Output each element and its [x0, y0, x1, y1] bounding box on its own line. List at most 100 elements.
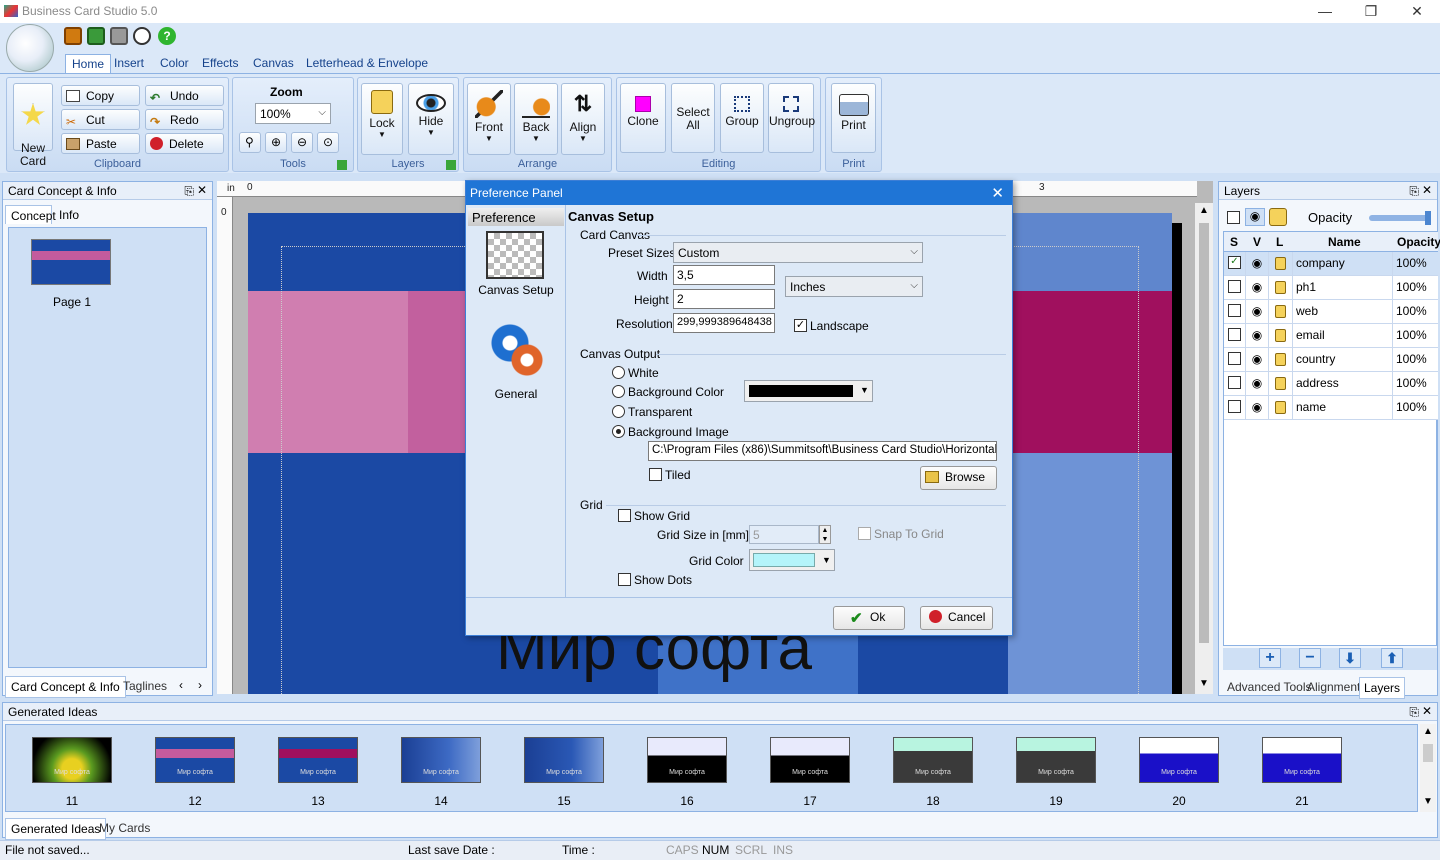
tab-card-concept-info[interactable]: Card Concept & Info: [5, 676, 126, 698]
layer-select-checkbox[interactable]: [1228, 352, 1241, 365]
background-color-picker[interactable]: ▼: [744, 380, 873, 402]
move-up-button[interactable]: ⬆: [1381, 648, 1403, 668]
scroll-up-icon[interactable]: ▲: [1199, 205, 1209, 216]
layer-opacity-cell[interactable]: 100%: [1393, 372, 1438, 396]
expand-icon[interactable]: [446, 160, 456, 170]
background-image-radio[interactable]: [612, 425, 625, 438]
eye-icon[interactable]: ◉: [1252, 352, 1262, 366]
align-button[interactable]: ⇅ Align ▼: [561, 83, 605, 155]
layer-select-checkbox[interactable]: [1228, 280, 1241, 293]
clone-button[interactable]: Clone: [620, 83, 666, 153]
idea-thumbnail[interactable]: Мир софта: [770, 737, 850, 783]
layer-select-cell[interactable]: [1224, 396, 1246, 420]
back-button[interactable]: Back ▼: [514, 83, 558, 155]
grid-size-spinner[interactable]: ▲ ▼: [819, 525, 831, 544]
scroll-thumb[interactable]: [1423, 744, 1433, 762]
padlock-icon[interactable]: [1275, 353, 1286, 366]
idea-thumbnail[interactable]: Мир софта: [401, 737, 481, 783]
layer-opacity-cell[interactable]: 100%: [1393, 300, 1438, 324]
tab-alignment[interactable]: Alignment: [1307, 680, 1360, 694]
zoom-out-button[interactable]: ⊖: [291, 132, 313, 153]
tab-concept[interactable]: Concept: [5, 205, 56, 224]
page-thumbnail[interactable]: [31, 239, 111, 285]
tab-home[interactable]: Home: [65, 54, 112, 74]
landscape-checkbox[interactable]: ✓: [794, 319, 807, 332]
preview-icon[interactable]: [133, 27, 151, 45]
lock-button[interactable]: Lock ▼: [361, 83, 403, 155]
save-icon[interactable]: [64, 27, 82, 45]
cut-button[interactable]: ✂ Cut: [61, 109, 140, 130]
lock-toggle-icon[interactable]: [1269, 208, 1287, 226]
tab-advanced-tools[interactable]: Advanced Tools: [1227, 680, 1312, 694]
idea-thumbnail[interactable]: Мир софта: [893, 737, 973, 783]
copy-button[interactable]: Copy: [61, 85, 140, 106]
snap-to-grid-checkbox[interactable]: [858, 527, 871, 540]
zoom-fit-button[interactable]: ⚲: [239, 132, 261, 153]
layer-select-checkbox[interactable]: [1228, 400, 1241, 413]
eye-icon[interactable]: ◉: [1252, 304, 1262, 318]
move-down-button[interactable]: ⬇: [1339, 648, 1361, 668]
layer-name-cell[interactable]: email: [1293, 324, 1393, 348]
layer-visible-cell[interactable]: ◉: [1246, 252, 1269, 276]
layer-row[interactable]: ◉ email 100%: [1224, 324, 1438, 348]
vertical-scrollbar[interactable]: ▲ ▼: [1195, 203, 1213, 694]
layer-select-cell[interactable]: [1224, 324, 1246, 348]
restore-button[interactable]: ❐: [1348, 0, 1394, 23]
transparent-radio[interactable]: [612, 405, 625, 418]
layer-opacity-cell[interactable]: 100%: [1393, 324, 1438, 348]
idea-thumbnail[interactable]: Мир софта: [647, 737, 727, 783]
ungroup-button[interactable]: Ungroup: [768, 83, 815, 153]
tab-canvas[interactable]: Canvas: [247, 54, 300, 74]
new-card-button[interactable]: New Card: [13, 83, 53, 168]
idea-thumbnail[interactable]: Мир софта: [524, 737, 604, 783]
tab-generated-ideas[interactable]: Generated Ideas: [5, 818, 107, 840]
layer-name-cell[interactable]: address: [1293, 372, 1393, 396]
remove-layer-button[interactable]: −: [1299, 648, 1321, 668]
background-color-radio[interactable]: [612, 385, 625, 398]
pin-icon[interactable]: ⎘: [1409, 705, 1419, 720]
scroll-thumb[interactable]: [1199, 223, 1209, 643]
layer-select-cell[interactable]: [1224, 300, 1246, 324]
layer-lock-cell[interactable]: [1269, 300, 1293, 324]
layer-lock-cell[interactable]: [1269, 324, 1293, 348]
tab-scroll-left[interactable]: ‹: [179, 678, 183, 692]
select-all-layers-checkbox[interactable]: [1227, 211, 1240, 224]
zoom-select[interactable]: 100% ⌵: [255, 103, 331, 124]
close-icon[interactable]: ✕: [1422, 183, 1432, 197]
layer-lock-cell[interactable]: [1269, 276, 1293, 300]
layer-row[interactable]: ◉ ph1 100%: [1224, 276, 1438, 300]
layer-row[interactable]: ◉ web 100%: [1224, 300, 1438, 324]
layer-select-cell[interactable]: ✓: [1224, 252, 1246, 276]
eye-icon[interactable]: ◉: [1252, 280, 1262, 294]
scroll-up-icon[interactable]: ▲: [1423, 726, 1433, 737]
layer-row[interactable]: ◉ country 100%: [1224, 348, 1438, 372]
layer-select-checkbox[interactable]: [1228, 304, 1241, 317]
delete-button[interactable]: Delete: [145, 133, 224, 154]
add-layer-button[interactable]: +: [1259, 648, 1281, 668]
tab-my-cards[interactable]: My Cards: [99, 821, 150, 835]
layer-name-cell[interactable]: web: [1293, 300, 1393, 324]
layer-opacity-cell[interactable]: 100%: [1393, 252, 1438, 276]
tab-scroll-right[interactable]: ›: [198, 678, 202, 692]
eye-icon[interactable]: ◉: [1252, 328, 1262, 342]
paste-button[interactable]: Paste: [61, 133, 140, 154]
help-icon[interactable]: ?: [158, 27, 176, 45]
tiled-checkbox[interactable]: [649, 468, 662, 481]
layer-opacity-cell[interactable]: 100%: [1393, 276, 1438, 300]
opacity-slider[interactable]: [1369, 211, 1431, 225]
front-button[interactable]: Front ▼: [467, 83, 511, 155]
tab-color[interactable]: Color: [154, 54, 195, 74]
layer-row[interactable]: ◉ address 100%: [1224, 372, 1438, 396]
layer-visible-cell[interactable]: ◉: [1246, 372, 1269, 396]
close-icon[interactable]: ✕: [1422, 704, 1432, 718]
layer-lock-cell[interactable]: [1269, 252, 1293, 276]
undo-button[interactable]: ↶ Undo: [145, 85, 224, 106]
layer-visible-cell[interactable]: ◉: [1246, 276, 1269, 300]
select-all-button[interactable]: Select All: [671, 83, 715, 153]
group-button[interactable]: Group: [720, 83, 764, 153]
tab-effects[interactable]: Effects: [196, 54, 244, 74]
canvas-setup-item[interactable]: Canvas Setup: [468, 229, 564, 303]
idea-thumbnail[interactable]: Мир софта: [1016, 737, 1096, 783]
idea-thumbnail[interactable]: Мир софта: [32, 737, 112, 783]
eye-icon[interactable]: ◉: [1252, 400, 1262, 414]
